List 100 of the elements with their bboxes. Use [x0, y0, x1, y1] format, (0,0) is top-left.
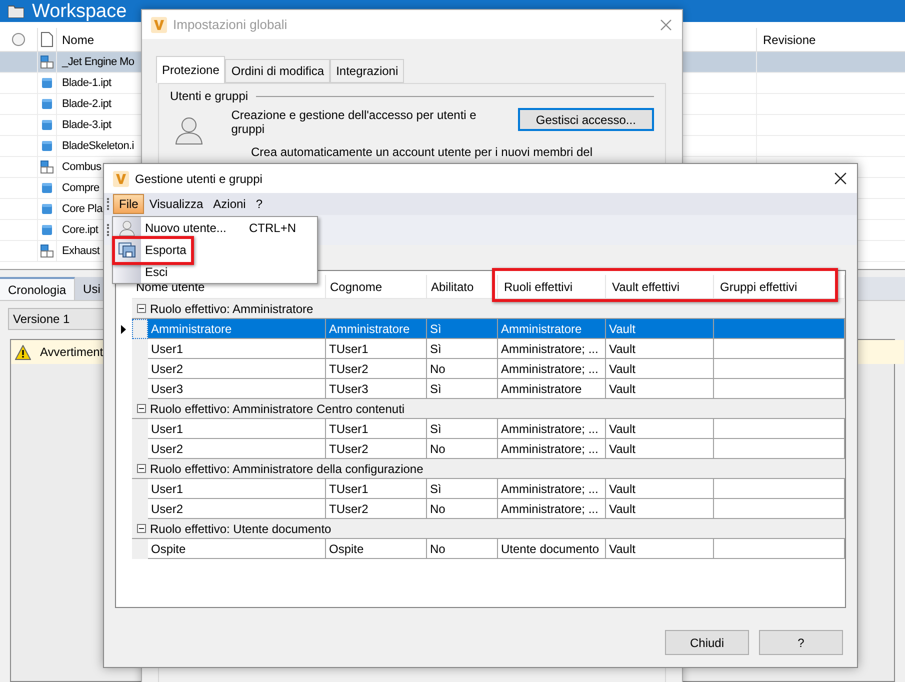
- file-name: Exhaust: [62, 244, 100, 259]
- table-cell: Vault: [606, 439, 714, 459]
- table-row[interactable]: User1 TUser1 Sì Amministratore; ... Vault: [132, 479, 845, 499]
- table-cell: TUser1: [326, 479, 427, 499]
- dialog-button[interactable]: ?: [759, 630, 843, 655]
- group-title: Ruolo effettivo: Amministratore della configurazione: [150, 460, 424, 478]
- dialog-button[interactable]: Chiudi: [665, 630, 749, 655]
- table-row[interactable]: User2 TUser2 No Amministratore; ... Vault: [132, 439, 845, 459]
- table-row[interactable]: User1 TUser1 Sì Amministratore; ... Vault: [132, 339, 845, 359]
- table-cell: Vault: [606, 479, 714, 499]
- table-cell: Vault: [606, 419, 714, 439]
- table-cell: No: [427, 539, 498, 559]
- file-name: Blade-1.ipt: [62, 76, 112, 91]
- table-cell: No: [427, 359, 498, 379]
- cube-icon: [41, 77, 53, 89]
- table-row[interactable]: User2 TUser2 No Amministratore; ... Vault: [132, 499, 845, 519]
- cube-icon: [41, 224, 53, 236]
- table-cell: Vault: [606, 539, 714, 559]
- column-header[interactable]: Ruoli effettivi: [498, 275, 606, 298]
- export-icon: [118, 242, 136, 258]
- column-header[interactable]: Cognome: [326, 275, 427, 298]
- table-cell: User3: [148, 379, 326, 399]
- app-logo-icon: [113, 170, 129, 186]
- table-cell: User1: [148, 339, 326, 359]
- table-cell: TUser1: [326, 339, 427, 359]
- tab[interactable]: Ordini di modifica: [225, 59, 330, 83]
- warning-icon: [15, 344, 31, 360]
- row-pointer-icon: [121, 325, 126, 334]
- table-row[interactable]: User1 TUser1 Sì Amministratore; ... Vault: [132, 419, 845, 439]
- column-header[interactable]: Gruppi effettivi: [714, 275, 845, 298]
- table-cell: User1: [148, 419, 326, 439]
- table-cell: Vault: [606, 359, 714, 379]
- table-cell: No: [427, 439, 498, 459]
- table-cell: Amministratore: [498, 379, 606, 399]
- folder-icon: [8, 4, 24, 18]
- tab[interactable]: Integrazioni: [330, 59, 404, 83]
- group-title: Ruolo effettivo: Amministratore: [150, 300, 314, 318]
- cube-icon: [41, 203, 53, 215]
- table-cell: Sì: [427, 339, 498, 359]
- assembly-icon: [40, 244, 54, 258]
- close-icon[interactable]: [834, 172, 847, 185]
- file-name: Combus: [62, 160, 102, 175]
- cube-icon: [41, 182, 53, 194]
- table-cell: User2: [148, 439, 326, 459]
- file-name: Blade-2.ipt: [62, 96, 112, 112]
- document-icon: [41, 32, 53, 47]
- table-row[interactable]: Amministratore Amministratore Sì Amministratore Vault: [132, 319, 845, 339]
- table-cell: Amministratore; ...: [498, 339, 606, 359]
- table-cell: Sì: [427, 479, 498, 499]
- collapse-icon[interactable]: [137, 524, 146, 533]
- group-title: Ruolo effettivo: Utente documento: [150, 520, 332, 538]
- cube-icon: [41, 98, 53, 110]
- collapse-icon[interactable]: [137, 304, 146, 313]
- table-cell: Ospite: [326, 539, 427, 559]
- tab[interactable]: Protezione: [156, 56, 226, 83]
- panel-tab[interactable]: Cronologia: [0, 277, 76, 300]
- table-cell: User2: [148, 359, 326, 379]
- column-header[interactable]: Vault effettivi: [606, 275, 714, 298]
- group-row[interactable]: Ruolo effettivo: Amministratore: [132, 299, 845, 319]
- dialog-title: Impostazioni globali: [173, 16, 288, 34]
- person-icon: [118, 219, 136, 237]
- table-row[interactable]: User2 TUser2 No Amministratore; ... Vault: [132, 359, 845, 379]
- cube-icon: [41, 119, 53, 131]
- menu-item[interactable]: Azioni: [208, 194, 251, 214]
- group-row[interactable]: Ruolo effettivo: Amministratore Centro contenuti: [132, 399, 845, 419]
- grip-icon: [107, 224, 110, 236]
- table-cell: Utente documento: [498, 539, 606, 559]
- table-cell: Amministratore: [498, 319, 606, 339]
- table-cell: Amministratore: [326, 319, 427, 339]
- manage-access-button[interactable]: Gestisci accesso...: [518, 108, 654, 131]
- group-title: Ruolo effettivo: Amministratore Centro contenuti: [150, 400, 405, 418]
- description-text: Creazione e gestione dell'accesso per utenti e gruppi: [231, 108, 478, 136]
- menu-item[interactable]: ?: [250, 194, 268, 214]
- menu-item[interactable]: Visualizza: [144, 194, 208, 214]
- file-name: _Jet Engine Mo: [62, 54, 134, 70]
- table-cell: No: [427, 499, 498, 519]
- file-name: Core.ipt: [62, 222, 98, 238]
- group-row[interactable]: Ruolo effettivo: Amministratore della configurazione: [132, 459, 845, 479]
- table-cell: TUser1: [326, 419, 427, 439]
- collapse-icon[interactable]: [137, 404, 146, 413]
- table-cell: Sì: [427, 379, 498, 399]
- app-logo-icon: [151, 16, 167, 32]
- file-name: Compre: [62, 180, 100, 196]
- column-header[interactable]: Revisione: [757, 28, 905, 51]
- collapse-icon[interactable]: [137, 464, 146, 473]
- table-cell: Sì: [427, 319, 498, 339]
- menu-entry[interactable]: Nuovo utente... CTRL+N: [113, 217, 317, 239]
- option-label: Crea automaticamente un account utente per i nuovi membri del: [251, 146, 593, 159]
- table-cell: TUser3: [326, 379, 427, 399]
- table-cell: User1: [148, 479, 326, 499]
- file-name: Core Pla: [62, 202, 102, 217]
- assembly-icon: [40, 160, 54, 174]
- table-row[interactable]: Ospite Ospite No Utente documento Vault: [132, 539, 845, 559]
- table-row[interactable]: User3 TUser3 Sì Amministratore Vault: [132, 379, 845, 399]
- group-row[interactable]: Ruolo effettivo: Utente documento: [132, 519, 845, 539]
- grip-icon: [107, 198, 110, 210]
- table-cell: User2: [148, 499, 326, 519]
- menu-item[interactable]: File: [113, 194, 144, 214]
- table-cell: Sì: [427, 419, 498, 439]
- dialog-title: Gestione utenti e gruppi: [135, 170, 264, 188]
